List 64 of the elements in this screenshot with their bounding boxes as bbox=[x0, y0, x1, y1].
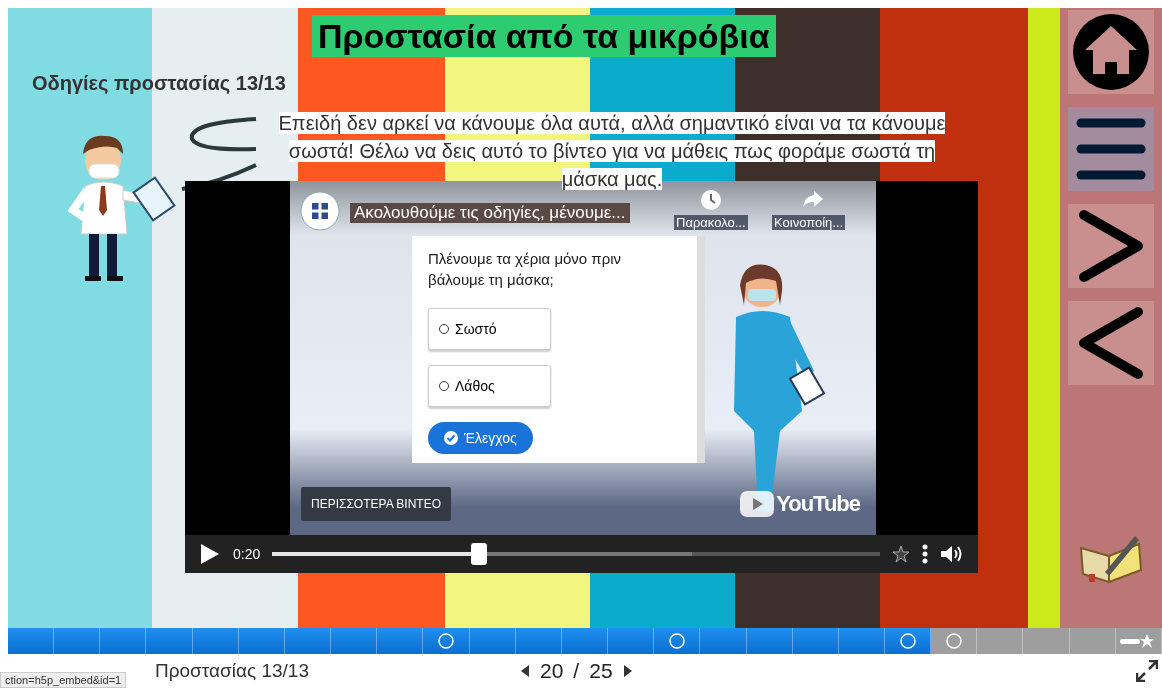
answer-option[interactable]: Λάθος bbox=[428, 365, 551, 407]
progress-segment[interactable] bbox=[838, 628, 885, 654]
circle-icon bbox=[899, 633, 916, 649]
check-button[interactable]: Έλεγχος bbox=[428, 422, 533, 454]
chevron-left-icon bbox=[1076, 306, 1146, 380]
total-pages: 25 bbox=[589, 659, 613, 683]
more-options-icon[interactable] bbox=[922, 544, 928, 564]
slide-title: Προστασία από τα μικρόβια bbox=[312, 15, 776, 57]
next-button[interactable] bbox=[1068, 204, 1154, 288]
video-time: 0:20 bbox=[233, 546, 261, 562]
previous-arrow-icon[interactable] bbox=[520, 664, 530, 678]
emblem-icon bbox=[300, 191, 340, 231]
footer-title: Προστασίας 13/13 bbox=[155, 660, 309, 682]
circle-icon bbox=[668, 633, 685, 649]
status-url-tooltip: ction=h5p_embed&id=1 bbox=[0, 672, 127, 688]
next-arrow-icon[interactable] bbox=[622, 664, 633, 678]
home-icon bbox=[1071, 12, 1151, 92]
progress-segment[interactable] bbox=[608, 628, 655, 654]
progress-segment[interactable] bbox=[654, 628, 701, 654]
progress-segment[interactable] bbox=[931, 628, 978, 654]
star-icon bbox=[892, 545, 910, 563]
progress-segment[interactable] bbox=[423, 628, 470, 654]
page-separator: / bbox=[573, 659, 580, 683]
current-page: 20 bbox=[540, 659, 564, 683]
progress-segment[interactable] bbox=[700, 628, 747, 654]
clock-icon[interactable] bbox=[700, 189, 722, 211]
circle-icon bbox=[945, 633, 962, 649]
progress-segment[interactable] bbox=[238, 628, 285, 654]
progress-segment[interactable] bbox=[1115, 628, 1162, 654]
quiz-question: Πλένουμε τα χέρια μόνο πριν βάλουμε τη μάσκα; bbox=[428, 249, 623, 290]
menu-button[interactable] bbox=[1068, 107, 1154, 191]
seek-handle[interactable] bbox=[470, 543, 487, 565]
progress-segment[interactable] bbox=[8, 628, 55, 654]
play-logo-icon bbox=[740, 491, 775, 517]
video-title[interactable]: Ακολουθούμε τις οδηγίες, μένουμε... bbox=[350, 203, 630, 223]
progress-segment[interactable] bbox=[469, 628, 516, 654]
share-label[interactable]: Κοινοποίη... bbox=[772, 215, 846, 230]
play-icon[interactable] bbox=[199, 542, 221, 566]
progress-segment[interactable] bbox=[746, 628, 793, 654]
answer-option[interactable]: Σωστό bbox=[428, 308, 551, 350]
progress-segment[interactable] bbox=[331, 628, 378, 654]
fullscreen-icon[interactable] bbox=[1136, 660, 1158, 682]
volume-icon[interactable] bbox=[940, 544, 964, 564]
progress-segment[interactable] bbox=[100, 628, 147, 654]
watch-later-label[interactable]: Παρακολο... bbox=[674, 215, 748, 230]
home-button[interactable] bbox=[1068, 10, 1154, 94]
progress-segment[interactable] bbox=[792, 628, 839, 654]
share-icon[interactable] bbox=[802, 189, 824, 209]
progress-segment[interactable] bbox=[515, 628, 562, 654]
slide-subtitle: Οδηγίες προστασίας 13/13 bbox=[32, 72, 286, 95]
progress-segment[interactable] bbox=[561, 628, 609, 654]
circle-icon bbox=[438, 633, 454, 649]
more-videos-button[interactable]: ΠΕΡΙΣΣΟΤΕΡΑ ΒΙΝΤΕΟ bbox=[301, 487, 451, 521]
progress-segment[interactable] bbox=[146, 628, 193, 654]
chevron-right-icon bbox=[1076, 209, 1146, 283]
progress-segment[interactable] bbox=[192, 628, 239, 654]
check-icon bbox=[444, 431, 458, 445]
progress-segment[interactable] bbox=[284, 628, 332, 654]
progress-segment[interactable] bbox=[54, 628, 101, 654]
progress-segment[interactable] bbox=[884, 628, 932, 654]
youtube-logo: YouTube bbox=[740, 491, 860, 517]
progress-segment[interactable] bbox=[377, 628, 424, 654]
seek-bar[interactable] bbox=[272, 543, 880, 565]
prev-button[interactable] bbox=[1068, 301, 1154, 385]
